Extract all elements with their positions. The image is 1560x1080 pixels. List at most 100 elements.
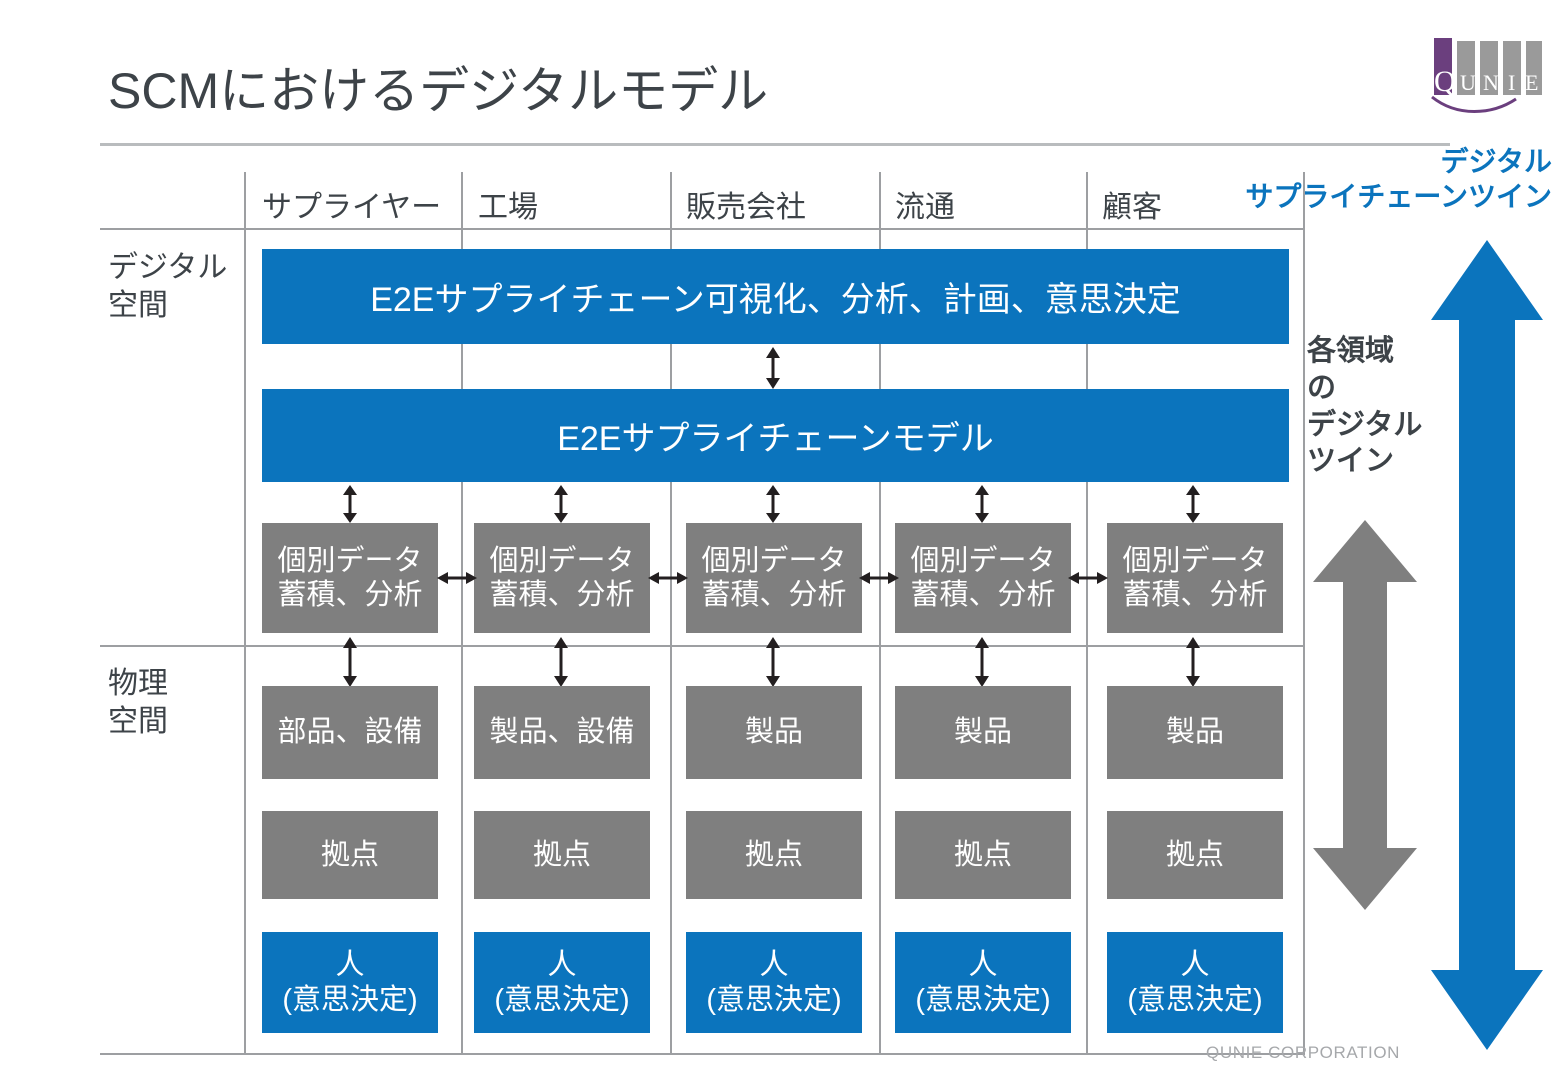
site-box-logistics: 拠点 [895, 811, 1071, 899]
data-box-supplier: 個別データ 蓄積、分析 [262, 523, 438, 633]
people-line2-1: (意思決定) [494, 983, 630, 1016]
footer-copyright: QUNIE CORPORATION [1206, 1043, 1401, 1062]
asset-label-3: 製品 [953, 716, 1012, 749]
data-box-line2-4: 蓄積、分析 [1122, 579, 1268, 611]
arrow-data-to-asset-4 [1180, 637, 1206, 687]
people-box-factory: 人 (意思決定) [474, 932, 650, 1033]
data-box-distributor: 個別データ 蓄積、分析 [686, 523, 862, 633]
data-box-line1-3: 個別データ [910, 544, 1056, 577]
column-separator-0 [244, 172, 246, 1053]
bottom-divider [100, 1053, 1305, 1055]
band-label-digital-line2: 空間 [108, 289, 168, 323]
band-label-digital-space: デジタル 空間 [108, 249, 227, 326]
arrow-data-link-1-2 [648, 566, 688, 590]
band-label-physical-line1: 物理 [108, 667, 168, 700]
column-header-factory: 工場 [478, 191, 538, 224]
site-label-1: 拠点 [532, 838, 591, 871]
people-line1-1: 人 [547, 949, 577, 982]
column-header-logistics: 流通 [895, 191, 955, 224]
data-box-line1-1: 個別データ [489, 544, 635, 577]
site-label-4: 拠点 [1165, 838, 1224, 871]
asset-box-factory: 製品、設備 [474, 686, 650, 779]
band-label-physical-space: 物理 空間 [108, 665, 168, 742]
site-label-0: 拠点 [320, 838, 379, 871]
column-separator-5 [1303, 172, 1305, 1053]
domain-twin-scope-arrow [1309, 520, 1421, 910]
headline-line-1: デジタル [1440, 146, 1552, 177]
arrow-data-to-asset-3 [969, 637, 995, 687]
people-line1-3: 人 [968, 949, 998, 982]
people-line2-4: (意思決定) [1127, 983, 1263, 1016]
domain-twin-line-1: 各領域 [1307, 335, 1395, 367]
people-line1-2: 人 [759, 949, 789, 982]
data-box-line1-2: 個別データ [701, 544, 847, 577]
asset-label-1: 製品、設備 [489, 716, 635, 749]
data-box-line1-0: 個別データ [277, 544, 423, 577]
arrow-data-link-0-1 [437, 566, 477, 590]
domain-twin-line-3: デジタル [1307, 408, 1423, 441]
site-box-factory: 拠点 [474, 811, 650, 899]
people-box-supplier: 人 (意思決定) [262, 932, 438, 1033]
svg-text:U: U [1460, 70, 1476, 95]
people-line1-0: 人 [335, 949, 365, 982]
arrow-data-link-2-3 [859, 566, 899, 590]
arrow-data-to-asset-1 [548, 637, 574, 687]
arrow-data-to-asset-0 [337, 637, 363, 687]
headline-line-2: サプライチェーンツイン [1245, 180, 1552, 212]
digital-supply-chain-twin-headline: デジタル サプライチェーンツイン [1245, 145, 1552, 214]
people-box-customer: 人 (意思決定) [1107, 932, 1283, 1033]
svg-text:N: N [1483, 70, 1499, 95]
arrow-data-to-asset-2 [760, 637, 786, 687]
asset-box-logistics: 製品 [895, 686, 1071, 779]
band-label-digital-line1: デジタル [108, 251, 228, 284]
data-box-factory: 個別データ 蓄積、分析 [474, 523, 650, 633]
e2e-visualization-bar: E2Eサプライチェーン可視化、分析、計画、意思決定 [262, 249, 1289, 344]
asset-box-supplier: 部品、設備 [262, 686, 438, 779]
data-box-line2-3: 蓄積、分析 [910, 579, 1056, 611]
asset-box-customer: 製品 [1107, 686, 1283, 779]
arrow-model-to-data-2 [760, 485, 786, 523]
data-box-line2-2: 蓄積、分析 [701, 579, 847, 611]
slide-canvas: SCMにおけるデジタルモデル Q U N I E デジタル サプライチェーンツイ… [0, 0, 1560, 1080]
arrow-model-to-data-1 [548, 485, 574, 523]
e2e-model-bar: E2Eサプライチェーンモデル [262, 389, 1289, 482]
people-box-distributor: 人 (意思決定) [686, 932, 862, 1033]
site-box-distributor: 拠点 [686, 811, 862, 899]
people-box-logistics: 人 (意思決定) [895, 932, 1071, 1033]
page-title: SCMにおけるデジタルモデル [108, 63, 769, 119]
domain-twin-line-2: の [1307, 371, 1337, 404]
site-label-3: 拠点 [953, 838, 1012, 871]
arrow-model-to-data-3 [969, 485, 995, 523]
data-box-customer: 個別データ 蓄積、分析 [1107, 523, 1283, 633]
data-box-logistics: 個別データ 蓄積、分析 [895, 523, 1071, 633]
svg-text:E: E [1525, 70, 1538, 95]
svg-text:Q: Q [1434, 65, 1456, 98]
svg-text:I: I [1508, 70, 1515, 95]
asset-box-distributor: 製品 [686, 686, 862, 779]
band-divider [100, 645, 1305, 647]
site-box-supplier: 拠点 [262, 811, 438, 899]
header-divider [100, 228, 1305, 230]
people-line1-4: 人 [1180, 949, 1210, 982]
band-label-physical-line2: 空間 [108, 705, 168, 739]
people-line2-0: (意思決定) [282, 983, 418, 1016]
arrow-bar-to-model [760, 347, 786, 389]
arrow-data-link-3-4 [1068, 566, 1108, 590]
column-header-distributor: 販売会社 [686, 191, 806, 224]
arrow-model-to-data-4 [1180, 485, 1206, 523]
qunie-logo: Q U N I E [1412, 35, 1546, 125]
domain-twin-caption: 各領域 の デジタル ツイン [1307, 333, 1422, 480]
data-box-line2-0: 蓄積、分析 [277, 579, 423, 611]
domain-twin-line-4: ツイン [1307, 445, 1395, 478]
data-box-line2-1: 蓄積、分析 [489, 579, 635, 611]
column-header-customer: 顧客 [1102, 191, 1162, 224]
site-box-customer: 拠点 [1107, 811, 1283, 899]
digital-twin-scope-arrow [1427, 240, 1547, 1050]
column-header-supplier: サプライヤー [262, 191, 442, 224]
people-line2-2: (意思決定) [706, 983, 842, 1016]
asset-label-4: 製品 [1165, 716, 1224, 749]
asset-label-0: 部品、設備 [277, 716, 423, 749]
arrow-model-to-data-0 [337, 485, 363, 523]
data-box-line1-4: 個別データ [1122, 544, 1268, 577]
asset-label-2: 製品 [744, 716, 803, 749]
